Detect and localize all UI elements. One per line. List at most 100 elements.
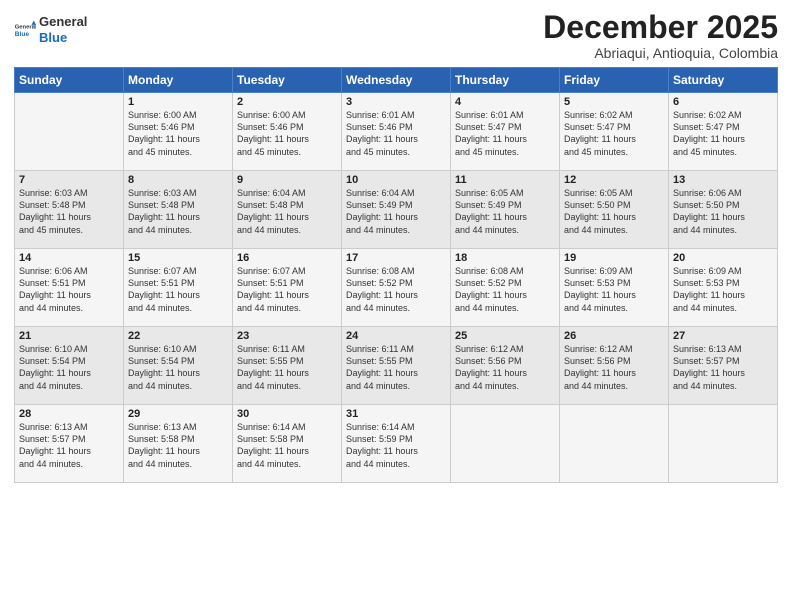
- day-number: 4: [455, 96, 555, 108]
- calendar-cell: [560, 405, 669, 483]
- day-number: 12: [564, 174, 664, 186]
- day-info: Sunrise: 6:10 AMSunset: 5:54 PMDaylight:…: [128, 343, 228, 392]
- day-info: Sunrise: 6:12 AMSunset: 5:56 PMDaylight:…: [455, 343, 555, 392]
- day-info: Sunrise: 6:09 AMSunset: 5:53 PMDaylight:…: [564, 265, 664, 314]
- calendar-week-2: 14Sunrise: 6:06 AMSunset: 5:51 PMDayligh…: [15, 249, 778, 327]
- day-number: 13: [673, 174, 773, 186]
- day-header-wednesday: Wednesday: [342, 68, 451, 93]
- calendar-week-4: 28Sunrise: 6:13 AMSunset: 5:57 PMDayligh…: [15, 405, 778, 483]
- day-number: 29: [128, 408, 228, 420]
- calendar-week-0: 1Sunrise: 6:00 AMSunset: 5:46 PMDaylight…: [15, 93, 778, 171]
- month-title: December 2025: [543, 10, 778, 45]
- day-header-friday: Friday: [560, 68, 669, 93]
- day-number: 11: [455, 174, 555, 186]
- calendar-week-1: 7Sunrise: 6:03 AMSunset: 5:48 PMDaylight…: [15, 171, 778, 249]
- day-number: 9: [237, 174, 337, 186]
- day-info: Sunrise: 6:02 AMSunset: 5:47 PMDaylight:…: [564, 109, 664, 158]
- calendar-cell: 22Sunrise: 6:10 AMSunset: 5:54 PMDayligh…: [124, 327, 233, 405]
- calendar-cell: 3Sunrise: 6:01 AMSunset: 5:46 PMDaylight…: [342, 93, 451, 171]
- calendar-cell: 19Sunrise: 6:09 AMSunset: 5:53 PMDayligh…: [560, 249, 669, 327]
- day-number: 7: [19, 174, 119, 186]
- calendar-cell: 12Sunrise: 6:05 AMSunset: 5:50 PMDayligh…: [560, 171, 669, 249]
- day-info: Sunrise: 6:06 AMSunset: 5:50 PMDaylight:…: [673, 187, 773, 236]
- calendar-cell: 29Sunrise: 6:13 AMSunset: 5:58 PMDayligh…: [124, 405, 233, 483]
- day-number: 22: [128, 330, 228, 342]
- day-info: Sunrise: 6:11 AMSunset: 5:55 PMDaylight:…: [346, 343, 446, 392]
- day-number: 18: [455, 252, 555, 264]
- day-number: 21: [19, 330, 119, 342]
- calendar-cell: 4Sunrise: 6:01 AMSunset: 5:47 PMDaylight…: [451, 93, 560, 171]
- day-info: Sunrise: 6:01 AMSunset: 5:46 PMDaylight:…: [346, 109, 446, 158]
- logo-icon: General Blue: [14, 19, 36, 41]
- calendar-cell: 25Sunrise: 6:12 AMSunset: 5:56 PMDayligh…: [451, 327, 560, 405]
- logo-text: General Blue: [39, 14, 87, 45]
- day-number: 19: [564, 252, 664, 264]
- day-number: 10: [346, 174, 446, 186]
- day-info: Sunrise: 6:03 AMSunset: 5:48 PMDaylight:…: [19, 187, 119, 236]
- calendar-cell: 24Sunrise: 6:11 AMSunset: 5:55 PMDayligh…: [342, 327, 451, 405]
- day-number: 8: [128, 174, 228, 186]
- calendar-cell: 14Sunrise: 6:06 AMSunset: 5:51 PMDayligh…: [15, 249, 124, 327]
- day-info: Sunrise: 6:13 AMSunset: 5:57 PMDaylight:…: [19, 421, 119, 470]
- day-number: 17: [346, 252, 446, 264]
- day-number: 24: [346, 330, 446, 342]
- day-number: 20: [673, 252, 773, 264]
- day-info: Sunrise: 6:00 AMSunset: 5:46 PMDaylight:…: [237, 109, 337, 158]
- calendar-cell: 23Sunrise: 6:11 AMSunset: 5:55 PMDayligh…: [233, 327, 342, 405]
- calendar-cell: [669, 405, 778, 483]
- day-header-sunday: Sunday: [15, 68, 124, 93]
- calendar-cell: 13Sunrise: 6:06 AMSunset: 5:50 PMDayligh…: [669, 171, 778, 249]
- day-number: 31: [346, 408, 446, 420]
- day-info: Sunrise: 6:10 AMSunset: 5:54 PMDaylight:…: [19, 343, 119, 392]
- main-container: General Blue General Blue December 2025 …: [0, 0, 792, 612]
- day-info: Sunrise: 6:14 AMSunset: 5:59 PMDaylight:…: [346, 421, 446, 470]
- day-info: Sunrise: 6:11 AMSunset: 5:55 PMDaylight:…: [237, 343, 337, 392]
- location: Abriaqui, Antioquia, Colombia: [543, 45, 778, 61]
- svg-text:Blue: Blue: [15, 30, 30, 37]
- day-number: 2: [237, 96, 337, 108]
- day-number: 30: [237, 408, 337, 420]
- calendar-cell: 10Sunrise: 6:04 AMSunset: 5:49 PMDayligh…: [342, 171, 451, 249]
- header: General Blue General Blue December 2025 …: [14, 10, 778, 61]
- calendar-header-row: SundayMondayTuesdayWednesdayThursdayFrid…: [15, 68, 778, 93]
- calendar-week-3: 21Sunrise: 6:10 AMSunset: 5:54 PMDayligh…: [15, 327, 778, 405]
- day-info: Sunrise: 6:01 AMSunset: 5:47 PMDaylight:…: [455, 109, 555, 158]
- day-info: Sunrise: 6:09 AMSunset: 5:53 PMDaylight:…: [673, 265, 773, 314]
- day-number: 3: [346, 96, 446, 108]
- day-info: Sunrise: 6:08 AMSunset: 5:52 PMDaylight:…: [455, 265, 555, 314]
- calendar-cell: 26Sunrise: 6:12 AMSunset: 5:56 PMDayligh…: [560, 327, 669, 405]
- calendar-cell: 20Sunrise: 6:09 AMSunset: 5:53 PMDayligh…: [669, 249, 778, 327]
- day-number: 6: [673, 96, 773, 108]
- day-info: Sunrise: 6:07 AMSunset: 5:51 PMDaylight:…: [128, 265, 228, 314]
- day-header-saturday: Saturday: [669, 68, 778, 93]
- day-number: 5: [564, 96, 664, 108]
- calendar-table: SundayMondayTuesdayWednesdayThursdayFrid…: [14, 67, 778, 483]
- calendar-cell: 16Sunrise: 6:07 AMSunset: 5:51 PMDayligh…: [233, 249, 342, 327]
- day-header-thursday: Thursday: [451, 68, 560, 93]
- day-info: Sunrise: 6:13 AMSunset: 5:58 PMDaylight:…: [128, 421, 228, 470]
- calendar-cell: 18Sunrise: 6:08 AMSunset: 5:52 PMDayligh…: [451, 249, 560, 327]
- day-info: Sunrise: 6:00 AMSunset: 5:46 PMDaylight:…: [128, 109, 228, 158]
- calendar-cell: 7Sunrise: 6:03 AMSunset: 5:48 PMDaylight…: [15, 171, 124, 249]
- day-number: 28: [19, 408, 119, 420]
- calendar-cell: [451, 405, 560, 483]
- calendar-cell: 31Sunrise: 6:14 AMSunset: 5:59 PMDayligh…: [342, 405, 451, 483]
- day-info: Sunrise: 6:06 AMSunset: 5:51 PMDaylight:…: [19, 265, 119, 314]
- day-number: 25: [455, 330, 555, 342]
- calendar-cell: 27Sunrise: 6:13 AMSunset: 5:57 PMDayligh…: [669, 327, 778, 405]
- day-info: Sunrise: 6:03 AMSunset: 5:48 PMDaylight:…: [128, 187, 228, 236]
- day-number: 23: [237, 330, 337, 342]
- calendar-cell: 6Sunrise: 6:02 AMSunset: 5:47 PMDaylight…: [669, 93, 778, 171]
- day-header-tuesday: Tuesday: [233, 68, 342, 93]
- calendar-cell: 30Sunrise: 6:14 AMSunset: 5:58 PMDayligh…: [233, 405, 342, 483]
- day-number: 14: [19, 252, 119, 264]
- day-info: Sunrise: 6:05 AMSunset: 5:49 PMDaylight:…: [455, 187, 555, 236]
- calendar-cell: [15, 93, 124, 171]
- day-header-monday: Monday: [124, 68, 233, 93]
- calendar-cell: 9Sunrise: 6:04 AMSunset: 5:48 PMDaylight…: [233, 171, 342, 249]
- day-info: Sunrise: 6:13 AMSunset: 5:57 PMDaylight:…: [673, 343, 773, 392]
- day-number: 15: [128, 252, 228, 264]
- calendar-cell: 28Sunrise: 6:13 AMSunset: 5:57 PMDayligh…: [15, 405, 124, 483]
- calendar-cell: 11Sunrise: 6:05 AMSunset: 5:49 PMDayligh…: [451, 171, 560, 249]
- day-number: 26: [564, 330, 664, 342]
